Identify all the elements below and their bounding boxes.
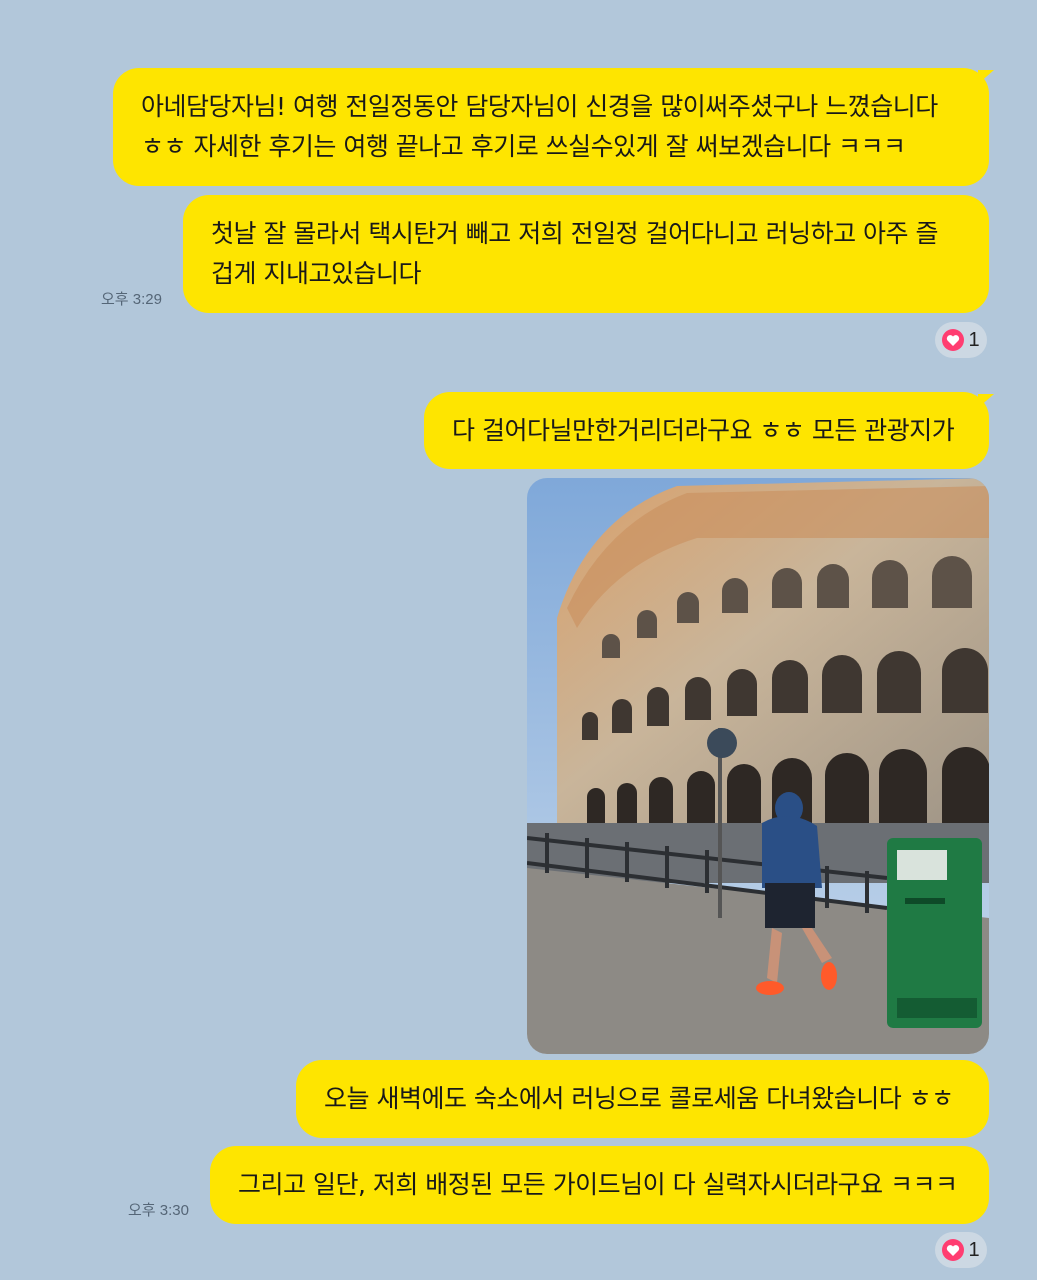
colosseum-photo[interactable] bbox=[527, 478, 989, 1054]
reaction-count: 1 bbox=[968, 1238, 980, 1261]
message-bubble[interactable]: 오늘 새벽에도 숙소에서 러닝으로 콜로세움 다녀왔습니다 ㅎㅎ bbox=[296, 1060, 989, 1138]
message-bubble[interactable]: 그리고 일단, 저희 배정된 모든 가이드님이 다 실력자시더라구요 ㅋㅋㅋ bbox=[210, 1146, 989, 1224]
bubble-tail bbox=[978, 70, 994, 84]
message-bubble[interactable]: 아네담당자님! 여행 전일정동안 담당자님이 신경을 많이써주셨구나 느꼈습니다… bbox=[113, 68, 989, 186]
message-timestamp: 오후 3:30 bbox=[128, 1202, 189, 1219]
bubble-tail bbox=[978, 394, 994, 408]
reaction-count: 1 bbox=[968, 328, 980, 351]
heart-icon bbox=[942, 1239, 965, 1261]
message-timestamp: 오후 3:29 bbox=[101, 291, 162, 308]
reaction-badge[interactable]: 1 bbox=[935, 1232, 987, 1268]
reaction-badge[interactable]: 1 bbox=[935, 322, 987, 358]
message-bubble[interactable]: 첫날 잘 몰라서 택시탄거 빼고 저희 전일정 걸어다니고 러닝하고 아주 즐 … bbox=[183, 195, 989, 313]
heart-icon bbox=[942, 329, 965, 351]
message-bubble[interactable]: 다 걸어다닐만한거리더라구요 ㅎㅎ 모든 관광지가 bbox=[424, 392, 989, 469]
